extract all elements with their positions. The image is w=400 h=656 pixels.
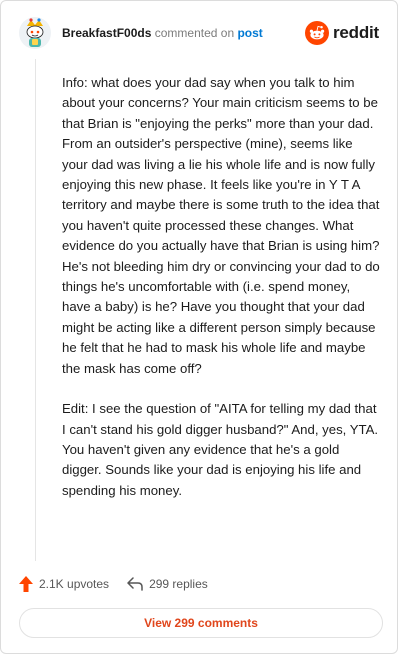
reddit-wordmark: reddit [332, 23, 379, 42]
view-comments-button[interactable]: View 299 comments [19, 608, 383, 638]
upvote-count: 2.1K upvotes [39, 577, 110, 591]
comment-header: BreakfastF00ds commented on post reddit [19, 17, 381, 53]
upvote-arrow-icon [19, 576, 33, 592]
reddit-brand[interactable]: reddit [304, 20, 379, 46]
reply-button[interactable]: 299 replies [127, 577, 208, 591]
upvote-button[interactable]: 2.1K upvotes [19, 576, 109, 592]
comment-body: Info: what does your dad say when you ta… [62, 73, 380, 521]
thread-line[interactable] [35, 59, 36, 561]
comment-card: BreakfastF00ds commented on post reddit … [0, 0, 398, 654]
reply-count: 299 replies [149, 577, 208, 591]
user-avatar[interactable] [19, 17, 51, 49]
post-link[interactable]: post [237, 26, 262, 40]
comment-paragraph-2: Edit: I see the question of "AITA for te… [62, 401, 379, 498]
comment-paragraph-1: Info: what does your dad say when you ta… [62, 75, 380, 376]
reply-arrow-icon [127, 577, 143, 591]
username[interactable]: BreakfastF00ds [62, 26, 151, 40]
comment-actions: 2.1K upvotes 299 replies [19, 574, 226, 594]
comment-byline: BreakfastF00ds commented on post [62, 26, 263, 40]
commented-on-text: commented on [154, 26, 235, 40]
reddit-logo-icon [304, 21, 329, 45]
snoo-avatar-icon [19, 17, 51, 49]
